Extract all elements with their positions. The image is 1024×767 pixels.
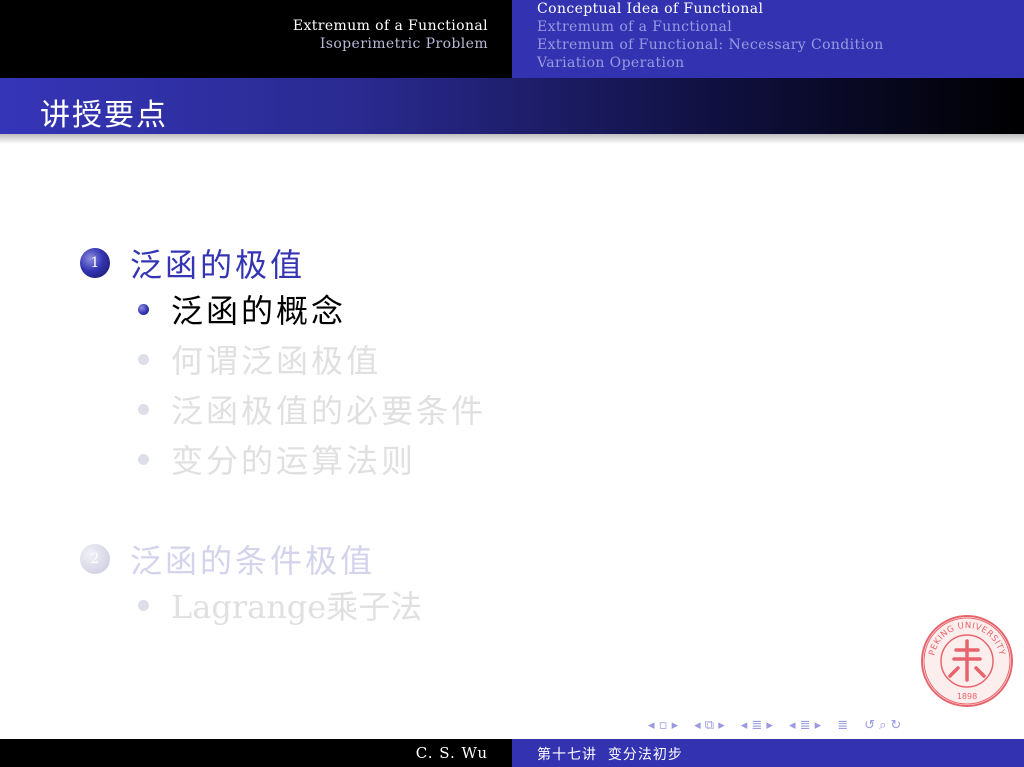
nav-subsection-icon[interactable]: ◂ ⧉ ▸: [694, 718, 725, 733]
bullet-icon: [138, 599, 149, 611]
seal-year: 1898: [957, 692, 977, 701]
item-label: 何谓泛函极值: [171, 342, 382, 380]
nav-document-icon[interactable]: ◂ ≣ ▸: [789, 718, 821, 733]
footer-author-bar: C. S. Wu: [0, 739, 512, 767]
item-label: 泛函的概念: [171, 292, 347, 330]
outline-item-lagrange[interactable]: Lagrange乘子法: [138, 582, 422, 628]
outline-item-variation-rules[interactable]: 变分的运算法则: [138, 436, 416, 482]
header-section-link[interactable]: Extremum of a Functional: [293, 18, 488, 34]
header-subsection-link[interactable]: Isoperimetric Problem: [320, 36, 488, 52]
beamer-navigation: ◂ ▫ ▸ ◂ ⧉ ▸ ◂ ≣ ▸ ◂ ≣ ▸ ≣ ↺ ⌕ ↻: [648, 715, 901, 735]
item-label: Lagrange乘子法: [171, 588, 423, 626]
section-label: 泛函的条件极值: [130, 542, 376, 580]
nav-section-icon[interactable]: ◂ ≣ ▸: [741, 718, 773, 733]
nav-item-extremum[interactable]: Extremum of a Functional: [537, 19, 732, 35]
bullet-icon: [138, 453, 149, 465]
outline-section-2[interactable]: 2 泛函的条件极值: [80, 536, 375, 582]
outline-item-what-is-extremum[interactable]: 何谓泛函极值: [138, 336, 381, 382]
header-section-nav: Extremum of a Functional Isoperimetric P…: [0, 0, 512, 78]
footer-author: C. S. Wu: [415, 744, 488, 762]
nav-item-variation-operation[interactable]: Variation Operation: [537, 55, 685, 71]
outline-section-1[interactable]: 1 泛函的极值: [80, 240, 305, 286]
frame-title: 讲授要点: [40, 98, 168, 133]
nav-item-conceptual-idea[interactable]: Conceptual Idea of Functional: [537, 1, 763, 17]
outline-item-necessary-condition[interactable]: 泛函极值的必要条件: [138, 386, 486, 432]
nav-frame-icon[interactable]: ◂ ▫ ▸: [648, 718, 678, 733]
nav-item-necessary-condition[interactable]: Extremum of Functional: Necessary Condit…: [537, 37, 884, 53]
item-label: 泛函极值的必要条件: [171, 392, 487, 430]
section-number-ball: 1: [80, 248, 110, 278]
nav-search-icon[interactable]: ↺ ⌕ ↻: [864, 718, 901, 733]
outline-item-concept[interactable]: 泛函的概念: [138, 286, 346, 332]
nav-align-icon[interactable]: ≣: [837, 718, 848, 733]
university-seal-logo: PEKING UNIVERSITY 1898: [921, 615, 1013, 707]
footer-title-bar: 第十七讲 变分法初步: [512, 739, 1024, 767]
bullet-icon: [138, 353, 149, 365]
frame-title-bar: 讲授要点: [0, 78, 1024, 134]
bullet-icon: [138, 403, 149, 415]
section-number-ball: 2: [80, 544, 110, 574]
title-shadow: [0, 134, 1024, 144]
header-subsection-nav: Conceptual Idea of Functional Extremum o…: [512, 0, 1024, 78]
section-label: 泛函的极值: [130, 246, 306, 284]
footer-lecture-title: 第十七讲 变分法初步: [537, 747, 683, 763]
bullet-icon: [138, 303, 149, 315]
item-label: 变分的运算法则: [171, 442, 417, 480]
